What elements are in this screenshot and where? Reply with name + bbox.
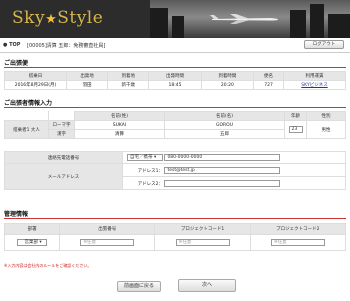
romaji-label: ローマ字 xyxy=(48,120,75,130)
address2-label: アドレス2： xyxy=(137,181,163,187)
column-header: 性別 xyxy=(306,111,346,121)
header-building xyxy=(290,10,306,38)
table-row: 連絡先電話番号 自宅／携帯 ▾ 080-0000-0000 xyxy=(4,151,346,164)
column-header: プロジェクトコード1 xyxy=(154,223,251,235)
arrival: 新千歳 xyxy=(107,80,150,90)
section-title-flight: ご出張便 xyxy=(4,60,29,67)
email-label: メールアドレス xyxy=(4,163,123,190)
age-input[interactable]: 23 xyxy=(288,126,303,133)
departure-time: 18:45 xyxy=(148,80,202,90)
table-header-row: 名前(姓) 名前(名) 年齢 性別 xyxy=(4,111,346,121)
column-header: 搭乗日 xyxy=(4,71,67,81)
section-divider xyxy=(4,218,346,219)
section-title-management: 管理情報 xyxy=(4,211,29,218)
flight-date: 2016年8月29日(月) xyxy=(4,80,67,90)
gender: 男性 xyxy=(306,120,346,139)
column-header: 出張番号 xyxy=(59,223,156,235)
next-button[interactable]: 次へ xyxy=(178,279,236,292)
age-cell: 23 xyxy=(284,120,307,139)
email-address1-input[interactable]: test@test.jp xyxy=(164,166,281,174)
romaji-first-name: GOROU xyxy=(164,120,285,130)
phone-label: 連絡先電話番号 xyxy=(4,151,123,164)
phone-type-select[interactable]: 自宅／携帯 ▾ xyxy=(127,154,163,161)
column-header: 名前(姓) xyxy=(74,111,165,121)
site-header: Sky★Style xyxy=(0,0,350,38)
table-row: 営業部 ▾ ※任意 ※任意 ※任意 xyxy=(3,234,347,251)
phone-input[interactable]: 080-0000-0000 xyxy=(164,154,281,161)
notice-text: ※入力内容は会社内のルールをご確認ください。 xyxy=(4,263,92,268)
project-code2-input[interactable]: ※任意 xyxy=(270,239,325,246)
star-icon: ★ xyxy=(45,12,58,27)
romaji-last-name: SUKAI xyxy=(74,120,165,130)
chevron-down-icon: ▾ xyxy=(39,240,42,245)
table-row: 2016年8月29日(月) 羽田 新千歳 18:45 20:20 727 SKY… xyxy=(4,80,346,90)
traveler-label: 搭乗者1 大人 xyxy=(4,120,49,139)
table-row: メールアドレス アドレス1： test@test.jp xyxy=(4,163,346,190)
flight-table: 搭乗日 出発地 到着地 出発時間 到着時間 便名 利用運賃 2016年8月29日… xyxy=(4,71,346,90)
header-building xyxy=(328,14,350,38)
column-header: 名前(名) xyxy=(164,111,285,121)
address1-label: アドレス1： xyxy=(137,168,163,174)
section-title-traveler: ご出張者情報入力 xyxy=(4,100,53,107)
section-divider xyxy=(4,107,346,108)
column-header: プロジェクトコード2 xyxy=(249,223,347,235)
column-header: 便名 xyxy=(253,71,284,81)
fare-link[interactable]: SKYビジネス xyxy=(283,80,346,90)
trip-number-input[interactable]: ※任意 xyxy=(80,239,135,246)
department-select[interactable]: 営業部 ▾ xyxy=(17,239,48,246)
chevron-down-icon: ▾ xyxy=(153,155,157,160)
project-code1-input[interactable]: ※任意 xyxy=(175,239,230,246)
departure: 羽田 xyxy=(65,80,109,90)
flight-number: 727 xyxy=(253,80,284,90)
kanji-last-name: 清算 xyxy=(74,129,165,139)
top-link[interactable]: ● TOP xyxy=(3,42,20,48)
column-header: 到着地 xyxy=(107,71,150,81)
kanji-first-name: 五郎 xyxy=(164,129,285,139)
kanji-label: 漢字 xyxy=(48,129,75,139)
header-building xyxy=(172,16,184,38)
management-table: 部署 出張番号 プロジェクトコード1 プロジェクトコード2 営業部 ▾ ※任意 … xyxy=(3,223,347,251)
section-divider xyxy=(4,67,346,68)
nav-bar: ● TOP [00005]清算 五郎：免務審査社員] ログアウト xyxy=(0,38,350,53)
email-address2-input[interactable] xyxy=(164,179,281,187)
site-logo[interactable]: Sky★Style xyxy=(12,8,103,28)
column-header: 年齢 xyxy=(284,111,307,121)
table-row: 搭乗者1 大人 ローマ字 SUKAI GOROU 23 男性 xyxy=(4,120,346,139)
header-building xyxy=(310,4,324,38)
column-header: 部署 xyxy=(3,223,61,235)
arrival-time: 20:20 xyxy=(200,80,255,90)
traveler-table: 名前(姓) 名前(名) 年齢 性別 搭乗者1 大人 ローマ字 SUKAI GOR… xyxy=(4,111,346,139)
airplane-icon xyxy=(210,14,278,24)
logout-button[interactable]: ログアウト xyxy=(304,40,344,49)
column-header: 出発時間 xyxy=(148,71,202,81)
table-header-row: 部署 出張番号 プロジェクトコード1 プロジェクトコード2 xyxy=(3,223,347,235)
column-header: 出発地 xyxy=(65,71,109,81)
back-button[interactable]: 前画面に戻る xyxy=(117,281,161,292)
contact-table: 連絡先電話番号 自宅／携帯 ▾ 080-0000-0000 メールアドレス アド… xyxy=(4,151,346,190)
table-header-row: 搭乗日 出発地 到着地 出発時間 到着時間 便名 利用運賃 xyxy=(4,71,346,81)
user-info: [00005]清算 五郎：免務審査社員] xyxy=(27,43,106,49)
column-header: 到着時間 xyxy=(200,71,255,81)
header-building xyxy=(150,8,168,38)
column-header: 利用運賃 xyxy=(283,71,346,81)
